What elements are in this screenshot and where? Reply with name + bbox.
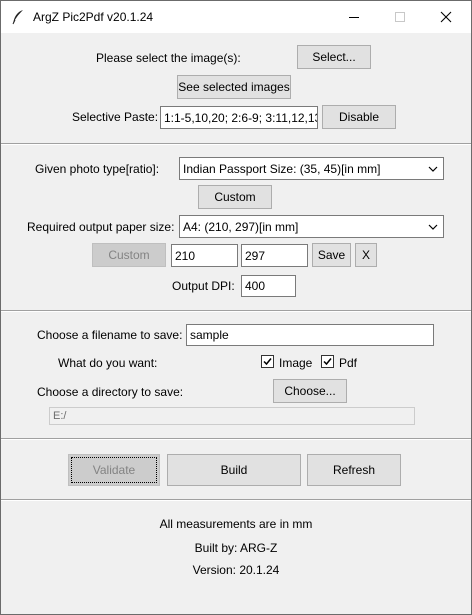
- selective-paste-input[interactable]: 1:1-5,10,20; 2:6-9; 3:11,12,13: [160, 106, 318, 129]
- image-checkbox-label: Image: [279, 356, 313, 370]
- select-images-label: Please select the image(s):: [96, 51, 241, 65]
- paper-height-input[interactable]: 297: [241, 244, 308, 267]
- image-checkbox[interactable]: [261, 355, 274, 368]
- separator: [1, 438, 471, 440]
- directory-label: Choose a directory to save:: [37, 385, 184, 399]
- pdf-checkbox[interactable]: [321, 355, 334, 368]
- built-by-text: Built by: ARG-Z: [194, 541, 278, 555]
- select-button[interactable]: Select...: [297, 45, 371, 69]
- see-selected-images-button[interactable]: See selected images: [177, 75, 291, 99]
- disable-button[interactable]: Disable: [322, 105, 396, 129]
- custom-paper-button[interactable]: Custom: [92, 243, 166, 267]
- maximize-icon: [395, 12, 405, 22]
- checkmark-icon: [323, 358, 332, 366]
- version-text: Version: 20.1.24: [192, 563, 280, 577]
- separator: [1, 499, 471, 501]
- filename-label: Choose a filename to save:: [37, 328, 183, 342]
- close-icon: [440, 11, 452, 23]
- minimize-button[interactable]: [331, 1, 377, 33]
- units-note: All measurements are in mm: [159, 517, 313, 531]
- output-dpi-label: Output DPI:: [172, 279, 235, 293]
- window-title: ArgZ Pic2Pdf v20.1.24: [33, 10, 154, 24]
- close-button[interactable]: [423, 1, 469, 33]
- save-size-button[interactable]: Save: [312, 243, 351, 267]
- output-dpi-input[interactable]: 400: [241, 275, 296, 297]
- custom-photo-button[interactable]: Custom: [198, 185, 272, 209]
- separator: [1, 310, 471, 312]
- refresh-button[interactable]: Refresh: [307, 454, 401, 486]
- chevron-down-icon: [428, 166, 438, 172]
- chevron-down-icon: [428, 224, 438, 230]
- choose-directory-button[interactable]: Choose...: [273, 379, 347, 403]
- paper-size-select[interactable]: A4: (210, 297)[in mm]: [179, 215, 444, 238]
- maximize-button[interactable]: [377, 1, 423, 33]
- filename-input[interactable]: sample: [186, 324, 434, 346]
- photo-type-label: Given photo type[ratio]:: [35, 162, 160, 176]
- paper-size-value: A4: (210, 297)[in mm]: [183, 219, 299, 234]
- validate-button[interactable]: Validate: [68, 454, 160, 486]
- title-bar[interactable]: ArgZ Pic2Pdf v20.1.24: [1, 1, 471, 33]
- selective-paste-label: Selective Paste:: [72, 110, 159, 124]
- pdf-checkbox-label: Pdf: [339, 356, 358, 370]
- clear-size-button[interactable]: X: [355, 243, 377, 267]
- feather-icon: [11, 9, 25, 25]
- minimize-icon: [349, 17, 359, 18]
- paper-size-label: Required output paper size:: [27, 220, 175, 234]
- checkmark-icon: [263, 358, 272, 366]
- photo-type-select[interactable]: Indian Passport Size: (35, 45)[in mm]: [179, 157, 444, 180]
- output-type-label: What do you want:: [58, 356, 158, 370]
- directory-path-field: E:/: [49, 407, 415, 425]
- photo-type-value: Indian Passport Size: (35, 45)[in mm]: [183, 161, 381, 176]
- build-button[interactable]: Build: [167, 454, 301, 486]
- app-window: ArgZ Pic2Pdf v20.1.24 Please select the …: [0, 0, 472, 615]
- paper-width-input[interactable]: 210: [171, 244, 238, 267]
- separator: [1, 143, 471, 145]
